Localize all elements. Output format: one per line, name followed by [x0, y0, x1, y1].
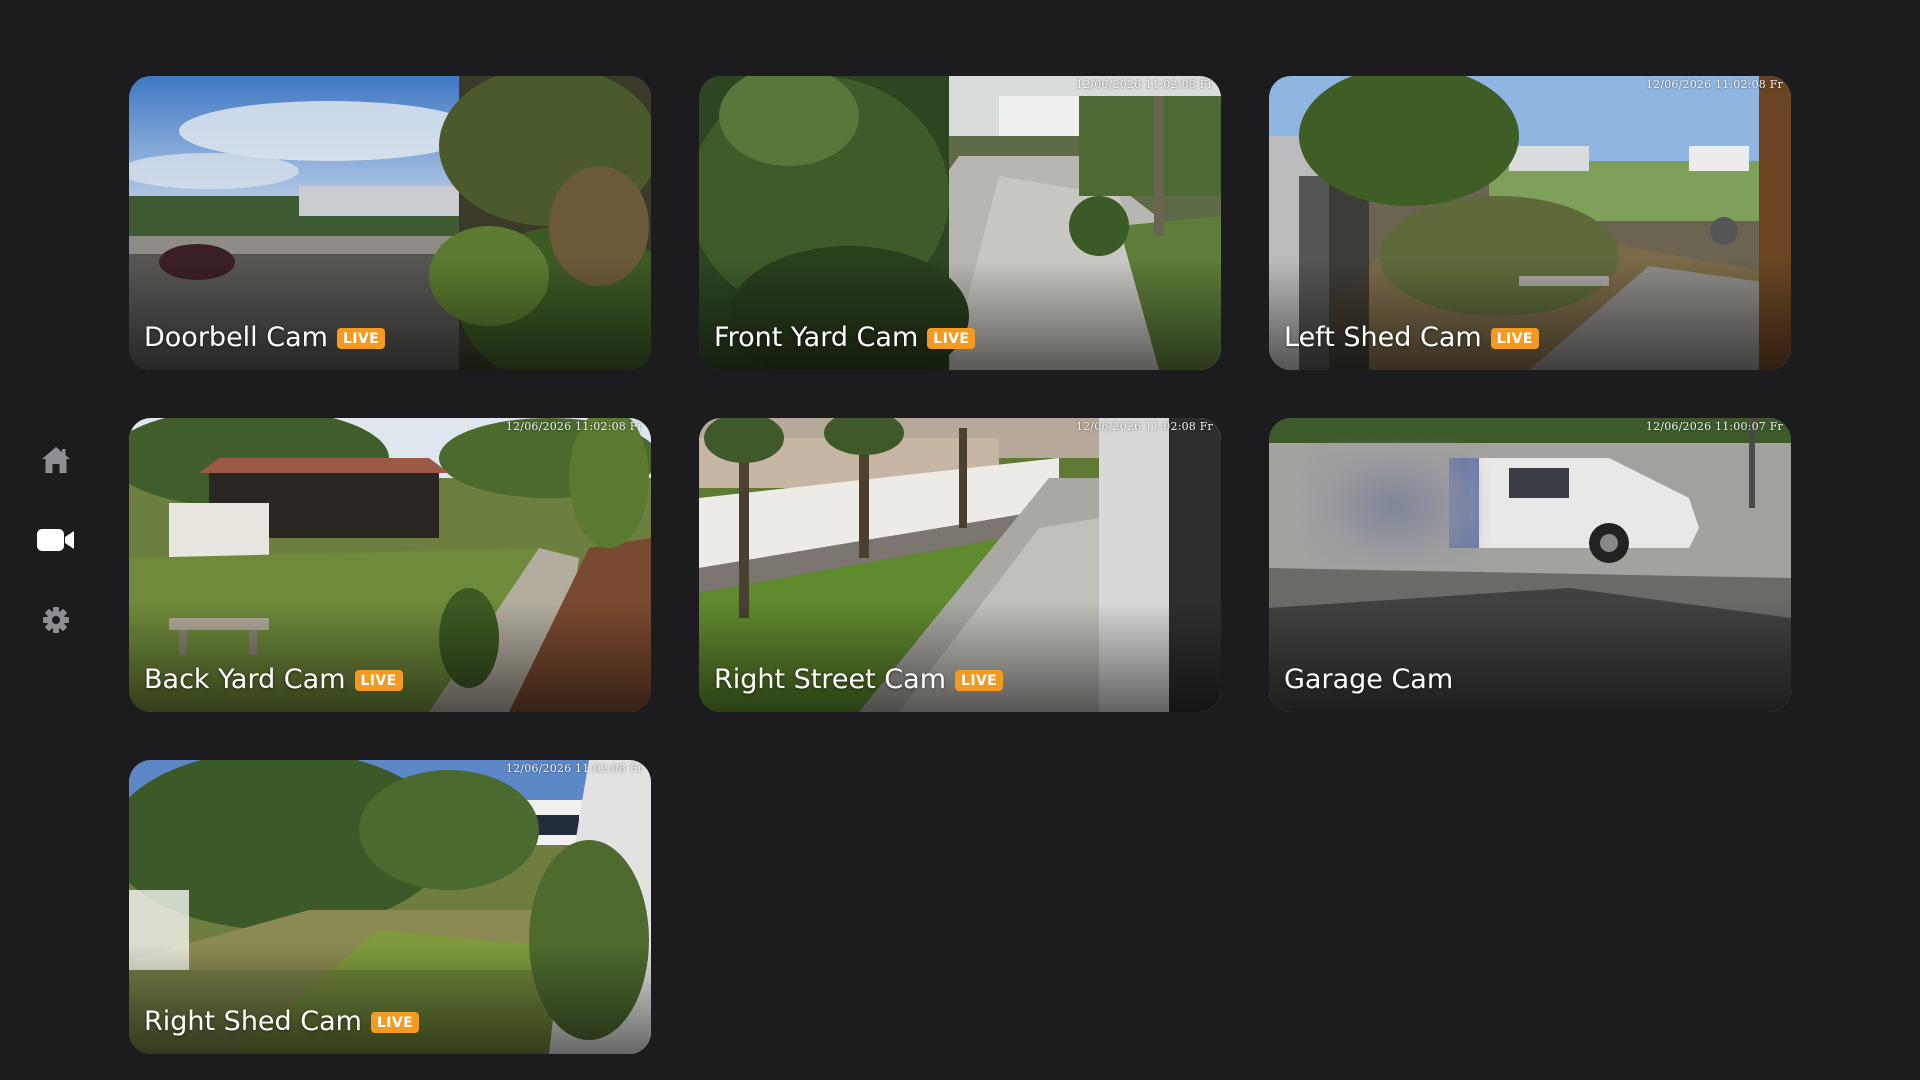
live-badge: LIVE — [354, 669, 403, 691]
nav-home-button[interactable] — [26, 434, 86, 486]
camera-tile-right-shed[interactable]: 12/06/2026 11:02:08 Fr Right Shed Cam LI… — [129, 760, 651, 1054]
camera-tile-garage[interactable]: 12/06/2026 11:00:07 Fr Garage Cam — [1269, 418, 1791, 712]
camera-name: Right Street Cam — [714, 664, 947, 695]
live-badge: LIVE — [370, 1011, 420, 1033]
camera-tile-left-shed[interactable]: 12/06/2026 11:02:08 Fr Left Shed Cam LIV… — [1269, 76, 1791, 370]
camera-label: Garage Cam — [1284, 664, 1453, 696]
camera-tile-back-yard[interactable]: 12/06/2026 11:02:08 Fr Back Yard Cam LIV… — [129, 418, 651, 712]
live-badge: LIVE — [955, 669, 1004, 691]
camera-timestamp: 12/06/2026 11:02:08 Fr — [505, 420, 643, 433]
live-badge: LIVE — [927, 327, 976, 349]
live-badge: LIVE — [1490, 327, 1539, 349]
camera-label: Doorbell Cam LIVE — [144, 322, 386, 354]
camera-name: Doorbell Cam — [144, 322, 328, 353]
nav-cameras-button[interactable] — [26, 514, 86, 566]
camera-name: Garage Cam — [1284, 664, 1454, 695]
live-badge: LIVE — [336, 327, 386, 349]
home-icon — [42, 447, 70, 473]
camera-label: Right Street Cam LIVE — [714, 664, 1004, 696]
camera-name: Right Shed Cam — [144, 1006, 362, 1037]
camera-timestamp: 12/06/2026 11:02:08 Fr — [1075, 420, 1213, 433]
camera-tile-front-yard[interactable]: 12/06/2026 11:02:08 Fr Front Yard Cam LI… — [699, 76, 1221, 370]
gear-icon — [43, 607, 69, 633]
camera-timestamp: 12/06/2026 11:00:07 Fr — [1645, 420, 1783, 433]
camera-timestamp: 12/06/2026 11:02:08 Fr — [1645, 78, 1783, 91]
sidebar-nav — [0, 0, 112, 1080]
camera-name: Back Yard Cam — [144, 664, 346, 695]
camera-name: Left Shed Cam — [1284, 322, 1482, 353]
privacy-blur — [1309, 446, 1479, 566]
camera-label: Back Yard Cam LIVE — [144, 664, 403, 696]
camera-tile-doorbell[interactable]: Doorbell Cam LIVE — [129, 76, 651, 370]
camera-label: Left Shed Cam LIVE — [1284, 322, 1539, 354]
camera-timestamp: 12/06/2026 11:02:08 Fr — [1075, 78, 1213, 91]
video-camera-icon — [37, 529, 74, 551]
camera-label: Front Yard Cam LIVE — [714, 322, 976, 354]
camera-grid: Doorbell Cam LIVE 12/06/2026 11:02:08 Fr… — [129, 76, 1791, 1054]
camera-name: Front Yard Cam — [714, 322, 919, 353]
nav-settings-button[interactable] — [26, 594, 86, 646]
camera-tile-right-street[interactable]: 12/06/2026 11:02:08 Fr Right Street Cam … — [699, 418, 1221, 712]
camera-label: Right Shed Cam LIVE — [144, 1006, 420, 1038]
camera-timestamp: 12/06/2026 11:02:08 Fr — [505, 762, 643, 775]
